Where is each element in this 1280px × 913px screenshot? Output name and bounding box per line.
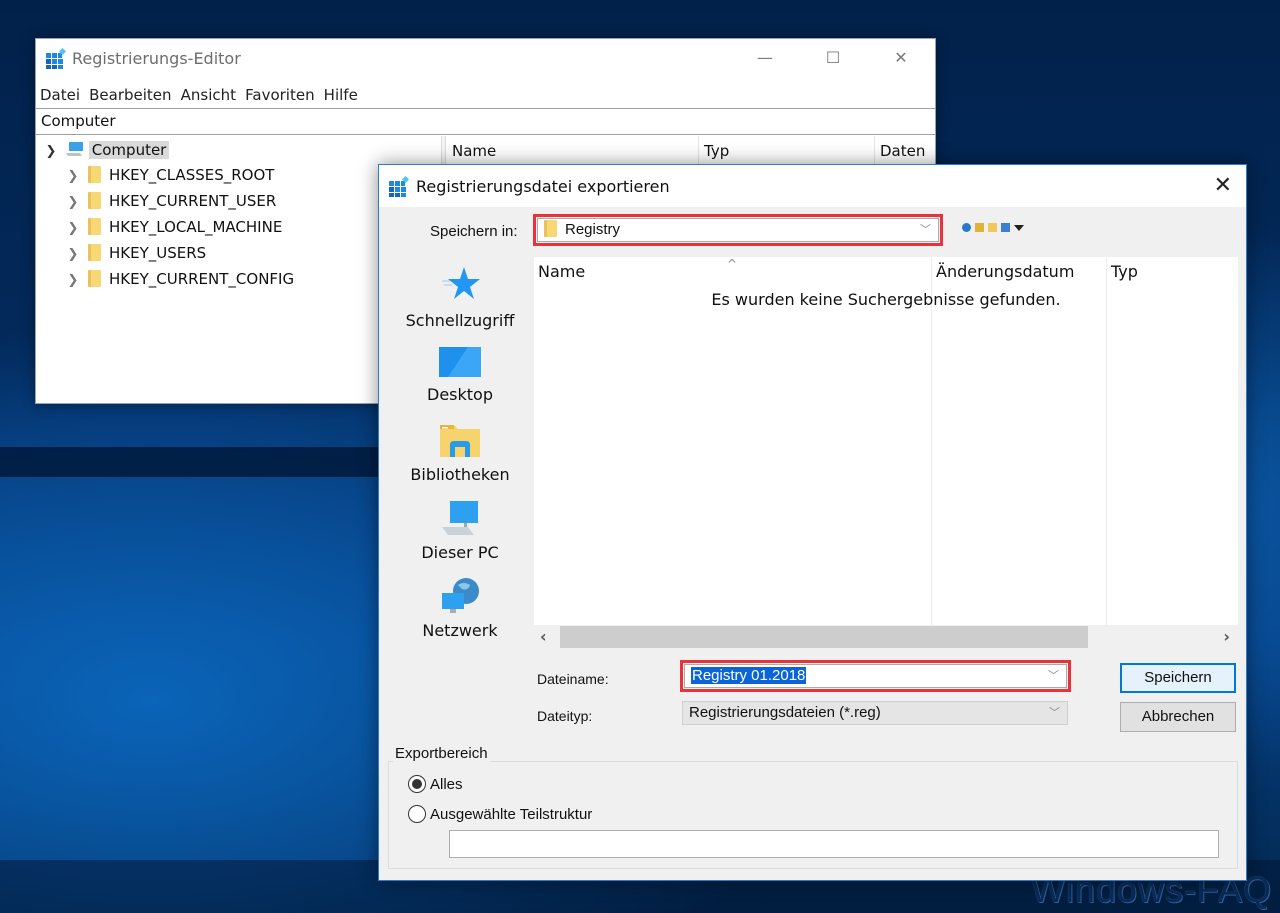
- place-label: Desktop: [427, 385, 493, 404]
- star-icon: [442, 267, 480, 299]
- scrollbar-thumb[interactable]: [560, 626, 1088, 648]
- radio-teilstruktur[interactable]: [408, 805, 426, 823]
- column-header-name[interactable]: Name: [534, 257, 585, 287]
- filetype-value: Registrierungsdateien (*.reg): [689, 704, 881, 721]
- column-divider[interactable]: [931, 257, 932, 625]
- place-label: Dieser PC: [421, 543, 499, 562]
- view-menu-icon[interactable]: [1001, 223, 1010, 232]
- menu-datei[interactable]: Datei: [40, 83, 80, 107]
- tree-node-hkcr[interactable]: ❯ HKEY_CLASSES_ROOT: [64, 163, 274, 187]
- dialog-title-bar[interactable]: Registrierungsdatei exportieren ✕: [379, 165, 1246, 207]
- chevron-right-icon[interactable]: ❯: [64, 191, 82, 215]
- menu-hilfe[interactable]: Hilfe: [324, 83, 358, 107]
- cancel-button[interactable]: Abbrechen: [1120, 702, 1236, 732]
- column-header-typ[interactable]: Typ: [699, 136, 875, 166]
- filetype-select[interactable]: Registrierungsdateien (*.reg) ﹀: [682, 701, 1068, 725]
- export-dialog: Registrierungsdatei exportieren ✕ Speich…: [378, 164, 1247, 881]
- chevron-right-icon[interactable]: ❯: [64, 165, 82, 189]
- title-bar[interactable]: Registrierungs-Editor — ☐ ✕: [36, 39, 935, 81]
- tree-node-computer[interactable]: ❯ Computer: [42, 138, 170, 164]
- dropdown-arrow-icon[interactable]: [1014, 224, 1024, 231]
- chevron-right-icon[interactable]: ❯: [64, 243, 82, 267]
- highlight-save-in: [533, 214, 943, 246]
- maximize-button[interactable]: ☐: [810, 39, 856, 77]
- navigation-toolbar: [962, 217, 1028, 233]
- minimize-button[interactable]: —: [742, 39, 788, 77]
- chevron-right-icon[interactable]: ❯: [64, 269, 82, 293]
- places-bar: Schnellzugriff Desktop Bibliotheken Dies…: [387, 257, 533, 703]
- tree-node-hkcc[interactable]: ❯ HKEY_CURRENT_CONFIG: [64, 267, 294, 291]
- column-header-aenderungsdatum[interactable]: Änderungsdatum: [932, 257, 1074, 287]
- place-dieser-pc[interactable]: Dieser PC: [387, 499, 533, 562]
- folder-icon: [88, 218, 101, 235]
- tree-label: Computer: [88, 141, 170, 159]
- column-divider[interactable]: [1106, 257, 1107, 625]
- save-button[interactable]: Speichern: [1120, 663, 1236, 693]
- address-bar[interactable]: Computer: [36, 108, 935, 135]
- radio-label-alles[interactable]: Alles: [430, 776, 463, 793]
- column-header-daten[interactable]: Daten: [875, 136, 945, 166]
- chevron-down-icon[interactable]: ❯: [42, 140, 60, 164]
- place-desktop[interactable]: Desktop: [387, 345, 533, 404]
- computer-icon: [65, 140, 85, 156]
- filetype-label: Dateityp:: [537, 708, 593, 724]
- save-in-label: Speichern in:: [430, 223, 518, 240]
- desktop-wallpaper-band: [0, 447, 380, 477]
- desktop-icon: [439, 347, 481, 377]
- sort-ascending-icon: ^: [727, 257, 738, 271]
- back-icon[interactable]: [962, 223, 971, 232]
- horizontal-scrollbar[interactable]: ‹ ›: [534, 625, 1238, 649]
- tree-label: HKEY_USERS: [109, 244, 207, 262]
- folder-icon: [88, 166, 101, 183]
- radio-alles[interactable]: [408, 775, 426, 793]
- export-range-legend: Exportbereich: [393, 745, 490, 762]
- libraries-icon: [440, 425, 480, 457]
- regedit-app-icon: [46, 48, 67, 69]
- column-header-name[interactable]: Name: [447, 136, 699, 166]
- tree-label: HKEY_LOCAL_MACHINE: [109, 218, 283, 236]
- menu-bar: Datei Bearbeiten Ansicht Favoriten Hilfe: [36, 83, 358, 107]
- column-header-typ[interactable]: Typ: [1107, 257, 1138, 287]
- empty-results-message: Es wurden keine Suchergebnisse gefunden.: [711, 290, 1061, 309]
- menu-favoriten[interactable]: Favoriten: [245, 83, 314, 107]
- scroll-left-icon[interactable]: ‹: [540, 627, 547, 646]
- dialog-title: Registrierungsdatei exportieren: [416, 177, 670, 196]
- place-label: Netzwerk: [422, 621, 498, 640]
- computer-icon: [442, 501, 478, 535]
- folder-icon: [88, 244, 101, 261]
- dialog-close-button[interactable]: ✕: [1214, 173, 1232, 198]
- folder-icon: [88, 192, 101, 209]
- tree-node-hku[interactable]: ❯ HKEY_USERS: [64, 241, 206, 265]
- menu-ansicht[interactable]: Ansicht: [181, 83, 236, 107]
- tree-label: HKEY_CLASSES_ROOT: [109, 166, 275, 184]
- chevron-down-icon: ﹀: [1049, 707, 1060, 719]
- close-button[interactable]: ✕: [878, 39, 924, 77]
- tree-node-hkcu[interactable]: ❯ HKEY_CURRENT_USER: [64, 189, 276, 213]
- place-label: Schnellzugriff: [405, 311, 515, 330]
- filename-label: Dateiname:: [537, 671, 609, 687]
- place-bibliotheken[interactable]: Bibliotheken: [387, 421, 533, 484]
- place-schnellzugriff[interactable]: Schnellzugriff: [387, 265, 533, 330]
- highlight-filename: [680, 660, 1071, 692]
- tree-label: HKEY_CURRENT_USER: [109, 192, 277, 210]
- file-list[interactable]: Name ^ Änderungsdatum Typ Es wurden kein…: [534, 257, 1238, 625]
- new-folder-icon[interactable]: [988, 223, 997, 232]
- folder-icon: [88, 270, 101, 287]
- window-title: Registrierungs-Editor: [72, 49, 241, 68]
- tree-node-hklm[interactable]: ❯ HKEY_LOCAL_MACHINE: [64, 215, 282, 239]
- regedit-app-icon: [389, 176, 410, 197]
- place-netzwerk[interactable]: Netzwerk: [387, 577, 533, 640]
- values-list-header: Name Typ Daten: [447, 136, 935, 166]
- menu-bearbeiten[interactable]: Bearbeiten: [89, 83, 171, 107]
- up-folder-icon[interactable]: [975, 223, 984, 232]
- tree-label: HKEY_CURRENT_CONFIG: [109, 270, 295, 288]
- subtree-path-input[interactable]: [449, 830, 1219, 858]
- scroll-right-icon[interactable]: ›: [1223, 627, 1230, 646]
- chevron-right-icon[interactable]: ❯: [64, 217, 82, 241]
- radio-label-teilstruktur[interactable]: Ausgewählte Teilstruktur: [430, 806, 592, 823]
- network-icon: [442, 578, 479, 613]
- place-label: Bibliotheken: [410, 465, 510, 484]
